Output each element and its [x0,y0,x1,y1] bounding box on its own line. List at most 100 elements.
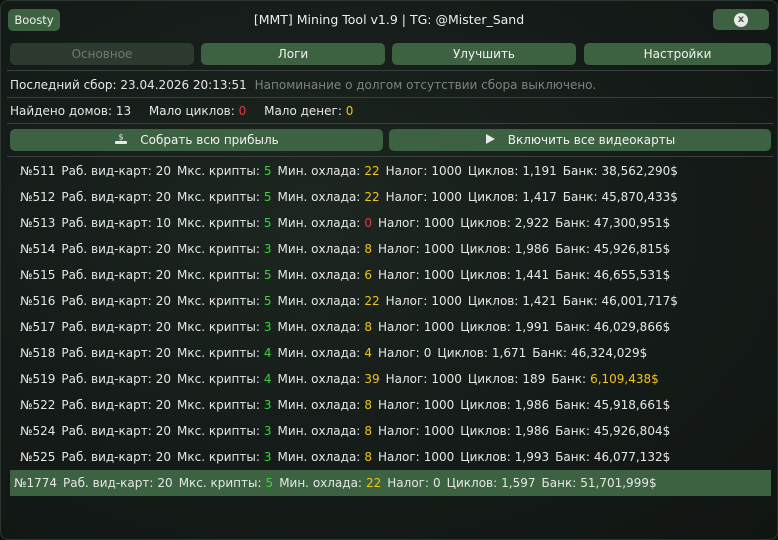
cycles-label: Циклов: [467,190,519,204]
cycles-label: Циклов: [467,164,519,178]
min-cooling-value: 22 [364,164,380,178]
max-crypto-value: 4 [263,346,272,360]
gpus-value: 20 [155,242,172,256]
max-crypto-label: Мкс. крипты: [177,320,260,334]
tax-label: Налог: [377,242,420,256]
house-row[interactable]: №518 Раб. вид-карт: 20 Мкс. крипты: 4 Мин. ох… [10,340,771,366]
divider [7,156,773,157]
tax-label: Налог: [385,190,428,204]
tab-main[interactable]: Основное [10,43,194,65]
min-cooling-value: 0 [364,216,372,230]
max-crypto-value: 3 [263,424,272,438]
house-id: №513 [20,216,56,230]
enable-all-gpus-label: Включить все видеокарты [507,133,676,147]
low-cycles-value: 0 [238,104,247,118]
min-cooling-value: 8 [364,450,372,464]
min-cooling-label: Мин. охлада: [277,346,361,360]
house-id: №522 [20,398,56,412]
play-icon [485,133,496,148]
house-row[interactable]: №522 Раб. вид-карт: 20 Мкс. крипты: 3 Мин. ох… [10,392,771,418]
house-id: №515 [20,268,56,282]
houses-summary: Найдено домов: 13 Мало циклов: 0 Мало де… [10,104,353,118]
house-row[interactable]: №1774 Раб. вид-карт: 20 Мкс. крипты: 5 Мин. о… [10,470,771,496]
bank-label: Банк: [555,320,590,334]
svg-text:$: $ [119,132,124,141]
cycles-label: Циклов: [467,372,519,386]
house-id: №517 [20,320,56,334]
bank-value: 38,562,290$ [601,164,678,178]
tax-value: 0 [423,346,432,360]
max-crypto-label: Мкс. крипты: [177,372,260,386]
bank-label: Банк: [562,294,598,308]
house-row[interactable]: №511 Раб. вид-карт: 20 Мкс. крипты: 5 Мин. ох… [10,158,771,184]
gpus-label: Раб. вид-карт: [61,190,152,204]
bank-value: 51,701,999$ [580,476,657,490]
cycles-label: Циклов: [437,346,488,360]
house-row[interactable]: №516 Раб. вид-карт: 20 Мкс. крипты: 5 Мин. ох… [10,288,771,314]
bank-label: Банк: [551,372,587,386]
cycles-label: Циклов: [460,268,511,282]
collect-all-profit-button[interactable]: $ Собрать всю прибыль [10,129,383,151]
cycles-label: Циклов: [446,476,498,490]
cycles-label: Циклов: [460,398,511,412]
min-cooling-label: Мин. охлада: [277,424,361,438]
house-row[interactable]: №517 Раб. вид-карт: 20 Мкс. крипты: 3 Мин. ох… [10,314,771,340]
gpus-label: Раб. вид-карт: [61,320,152,334]
gpus-label: Раб. вид-карт: [61,424,152,438]
gpus-value: 20 [155,294,172,308]
max-crypto-value: 5 [263,190,272,204]
tab-bar: Основное Логи Улучшить Настройки [10,43,771,65]
gpus-label: Раб. вид-карт: [61,372,152,386]
cycles-label: Циклов: [460,320,511,334]
app-window: Boosty [MMT] Mining Tool v1.9 | TG: @Mis… [0,0,778,540]
tax-value: 1000 [423,424,455,438]
divider [7,70,773,71]
cycles-value: 1,986 [514,242,550,256]
gpus-value: 10 [155,216,172,230]
house-row[interactable]: №515 Раб. вид-карт: 20 Мкс. крипты: 5 Мин. ох… [10,262,771,288]
bank-label: Банк: [555,216,590,230]
max-crypto-value: 3 [263,450,272,464]
tax-value: 0 [433,476,441,490]
max-crypto-label: Мкс. крипты: [177,294,260,308]
gpus-value: 20 [155,398,172,412]
bank-value: 46,655,531$ [593,268,671,282]
tab-upgrade[interactable]: Улучшить [392,43,576,65]
gpus-label: Раб. вид-карт: [61,242,152,256]
cycles-value: 1,993 [514,450,550,464]
bank-label: Банк: [562,164,598,178]
house-row[interactable]: №512 Раб. вид-карт: 20 Мкс. крипты: 5 Мин. ох… [10,184,771,210]
gpus-value: 20 [157,476,173,490]
cycles-label: Циклов: [460,424,511,438]
cycles-value: 2,922 [514,216,550,230]
house-row[interactable]: №525 Раб. вид-карт: 20 Мкс. крипты: 3 Мин. ох… [10,444,771,470]
max-crypto-value: 5 [263,268,272,282]
house-row[interactable]: №513 Раб. вид-карт: 10 Мкс. крипты: 5 Мин. ох… [10,210,771,236]
collect-all-profit-label: Собрать всю прибыль [140,133,279,147]
house-row[interactable]: №514 Раб. вид-карт: 20 Мкс. крипты: 3 Мин. ох… [10,236,771,262]
house-id: №1774 [14,476,58,490]
gpus-label: Раб. вид-карт: [61,268,152,282]
gpus-label: Раб. вид-карт: [61,346,152,360]
low-money-value: 0 [345,104,354,118]
max-crypto-label: Мкс. крипты: [177,190,260,204]
cycles-value: 1,671 [491,346,527,360]
min-cooling-value: 39 [364,372,380,386]
tab-logs[interactable]: Логи [201,43,385,65]
min-cooling-value: 8 [364,424,372,438]
cycles-value: 189 [522,372,546,386]
tab-settings[interactable]: Настройки [584,43,771,65]
enable-all-gpus-button[interactable]: Включить все видеокарты [389,129,771,151]
tax-value: 1000 [431,372,462,386]
gpus-label: Раб. вид-карт: [61,294,152,308]
gpus-value: 20 [155,450,172,464]
tax-label: Налог: [377,450,420,464]
cycles-label: Циклов: [460,450,511,464]
min-cooling-value: 8 [364,398,372,412]
min-cooling-label: Мин. охлада: [277,372,361,386]
close-button[interactable]: x [713,9,769,30]
tax-label: Налог: [377,346,420,360]
house-row[interactable]: №524 Раб. вид-карт: 20 Мкс. крипты: 3 Мин. ох… [10,418,771,444]
house-row[interactable]: №519 Раб. вид-карт: 20 Мкс. крипты: 4 Мин. ох… [10,366,771,392]
bank-value: 45,926,804$ [593,424,671,438]
